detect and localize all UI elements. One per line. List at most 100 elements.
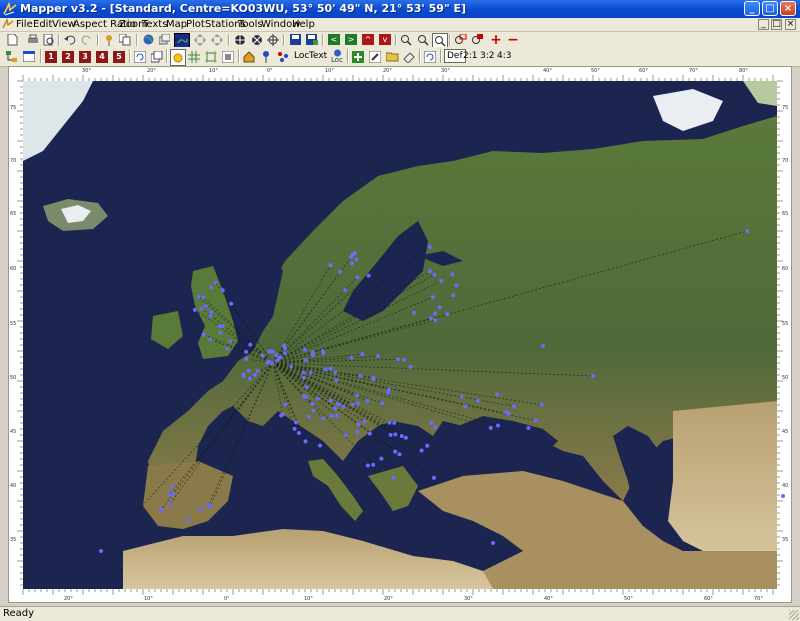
station-marker[interactable] [420,449,424,453]
refresh-button[interactable] [133,49,147,64]
station-marker[interactable] [335,378,339,382]
menu-help[interactable]: Help [292,18,315,31]
station-marker[interactable] [253,373,257,377]
station-marker[interactable] [425,444,429,448]
station-marker[interactable] [745,229,749,233]
page-1-button[interactable]: 1 [44,49,58,64]
station-marker[interactable] [433,318,437,322]
station-marker[interactable] [265,361,269,365]
menu-texts[interactable]: Texts [142,18,167,31]
nav-left-button[interactable]: < [327,33,341,46]
station-marker[interactable] [356,422,360,426]
station-marker[interactable] [303,348,307,352]
grid-button[interactable] [187,49,201,64]
close-button[interactable]: × [780,1,796,16]
station-marker[interactable] [396,357,400,361]
tree-view-button[interactable] [5,49,19,64]
erase-button[interactable] [402,49,416,64]
target-button[interactable] [250,33,264,46]
station-marker[interactable] [496,424,500,428]
station-marker[interactable] [433,425,437,429]
station-marker[interactable] [445,312,449,316]
station-marker[interactable] [380,401,384,405]
station-marker[interactable] [279,413,283,417]
station-marker[interactable] [202,333,206,337]
nav-down-button[interactable]: v [378,33,392,46]
station-marker[interactable] [351,253,355,257]
station-marker[interactable] [202,296,206,300]
station-marker[interactable] [333,371,337,375]
station-marker[interactable] [318,444,322,448]
station-marker[interactable] [365,399,369,403]
station-marker[interactable] [781,494,785,498]
station-marker[interactable] [293,427,297,431]
station-marker[interactable] [386,391,390,395]
station-marker[interactable] [393,450,397,454]
station-marker[interactable] [229,302,233,306]
map-canvas[interactable]: 30° 20° 10° 0° 10° 20° 30° 40° 50° 60° 7… [9,67,791,602]
station-marker[interactable] [309,370,313,374]
station-marker[interactable] [213,281,217,285]
station-marker[interactable] [433,311,437,315]
save-as-button[interactable] [305,33,319,46]
station-marker[interactable] [338,270,342,274]
station-marker[interactable] [432,273,436,277]
resize-grip[interactable] [789,610,799,620]
document-icon[interactable] [2,18,14,30]
station-marker[interactable] [316,397,320,401]
station-marker[interactable] [256,369,260,373]
cascade-button[interactable] [150,49,164,64]
aspect-3-2-button[interactable]: 3:2 [480,51,494,61]
redo-button[interactable] [80,33,94,46]
globe-button[interactable] [141,33,155,46]
station-marker[interactable] [209,503,213,507]
station-marker[interactable] [304,358,308,362]
station-marker[interactable] [312,408,316,412]
station-marker[interactable] [168,502,172,506]
station-marker[interactable] [504,410,508,414]
station-marker[interactable] [159,507,163,511]
station-marker[interactable] [186,518,190,522]
station-marker[interactable] [342,405,346,409]
station-marker[interactable] [431,295,435,299]
station-marker[interactable] [366,463,370,467]
text-label-button[interactable]: Text [309,51,327,61]
station-marker[interactable] [302,376,306,380]
station-marker[interactable] [218,331,222,335]
frame-button[interactable] [204,49,218,64]
station-marker[interactable] [392,421,396,425]
centre-button[interactable] [266,33,280,46]
station-marker[interactable] [209,314,213,318]
station-marker[interactable] [355,275,359,279]
station-marker[interactable] [540,403,544,407]
station-marker[interactable] [333,406,337,410]
pan-alt-button[interactable] [210,33,224,46]
station-marker[interactable] [460,395,464,399]
station-marker[interactable] [248,343,252,347]
edit-station-button[interactable] [368,49,382,64]
station-marker[interactable] [284,402,288,406]
station-marker[interactable] [329,367,333,371]
station-marker[interactable] [248,376,252,380]
station-marker[interactable] [450,272,454,276]
page-3-button[interactable]: 3 [78,49,92,64]
station-marker[interactable] [204,304,208,308]
zoom-red-button[interactable] [453,33,467,46]
aspect-2-1-button[interactable]: 2:1 [463,51,477,61]
station-marker[interactable] [356,401,360,405]
menu-map[interactable]: Map [166,18,187,31]
window-button[interactable] [22,49,36,64]
station-marker[interactable] [371,377,375,381]
rotate-button[interactable] [423,49,437,64]
border-button[interactable] [221,49,235,64]
save-button[interactable] [288,33,302,46]
menu-edit[interactable]: Edit [33,18,52,31]
station-marker[interactable] [350,261,354,265]
print-preview-button[interactable] [42,33,56,46]
station-marker[interactable] [376,354,380,358]
station-marker[interactable] [242,374,246,378]
station-marker[interactable] [196,295,200,299]
station-marker[interactable] [432,476,436,480]
station-marker[interactable] [244,350,248,354]
station-marker[interactable] [303,439,307,443]
